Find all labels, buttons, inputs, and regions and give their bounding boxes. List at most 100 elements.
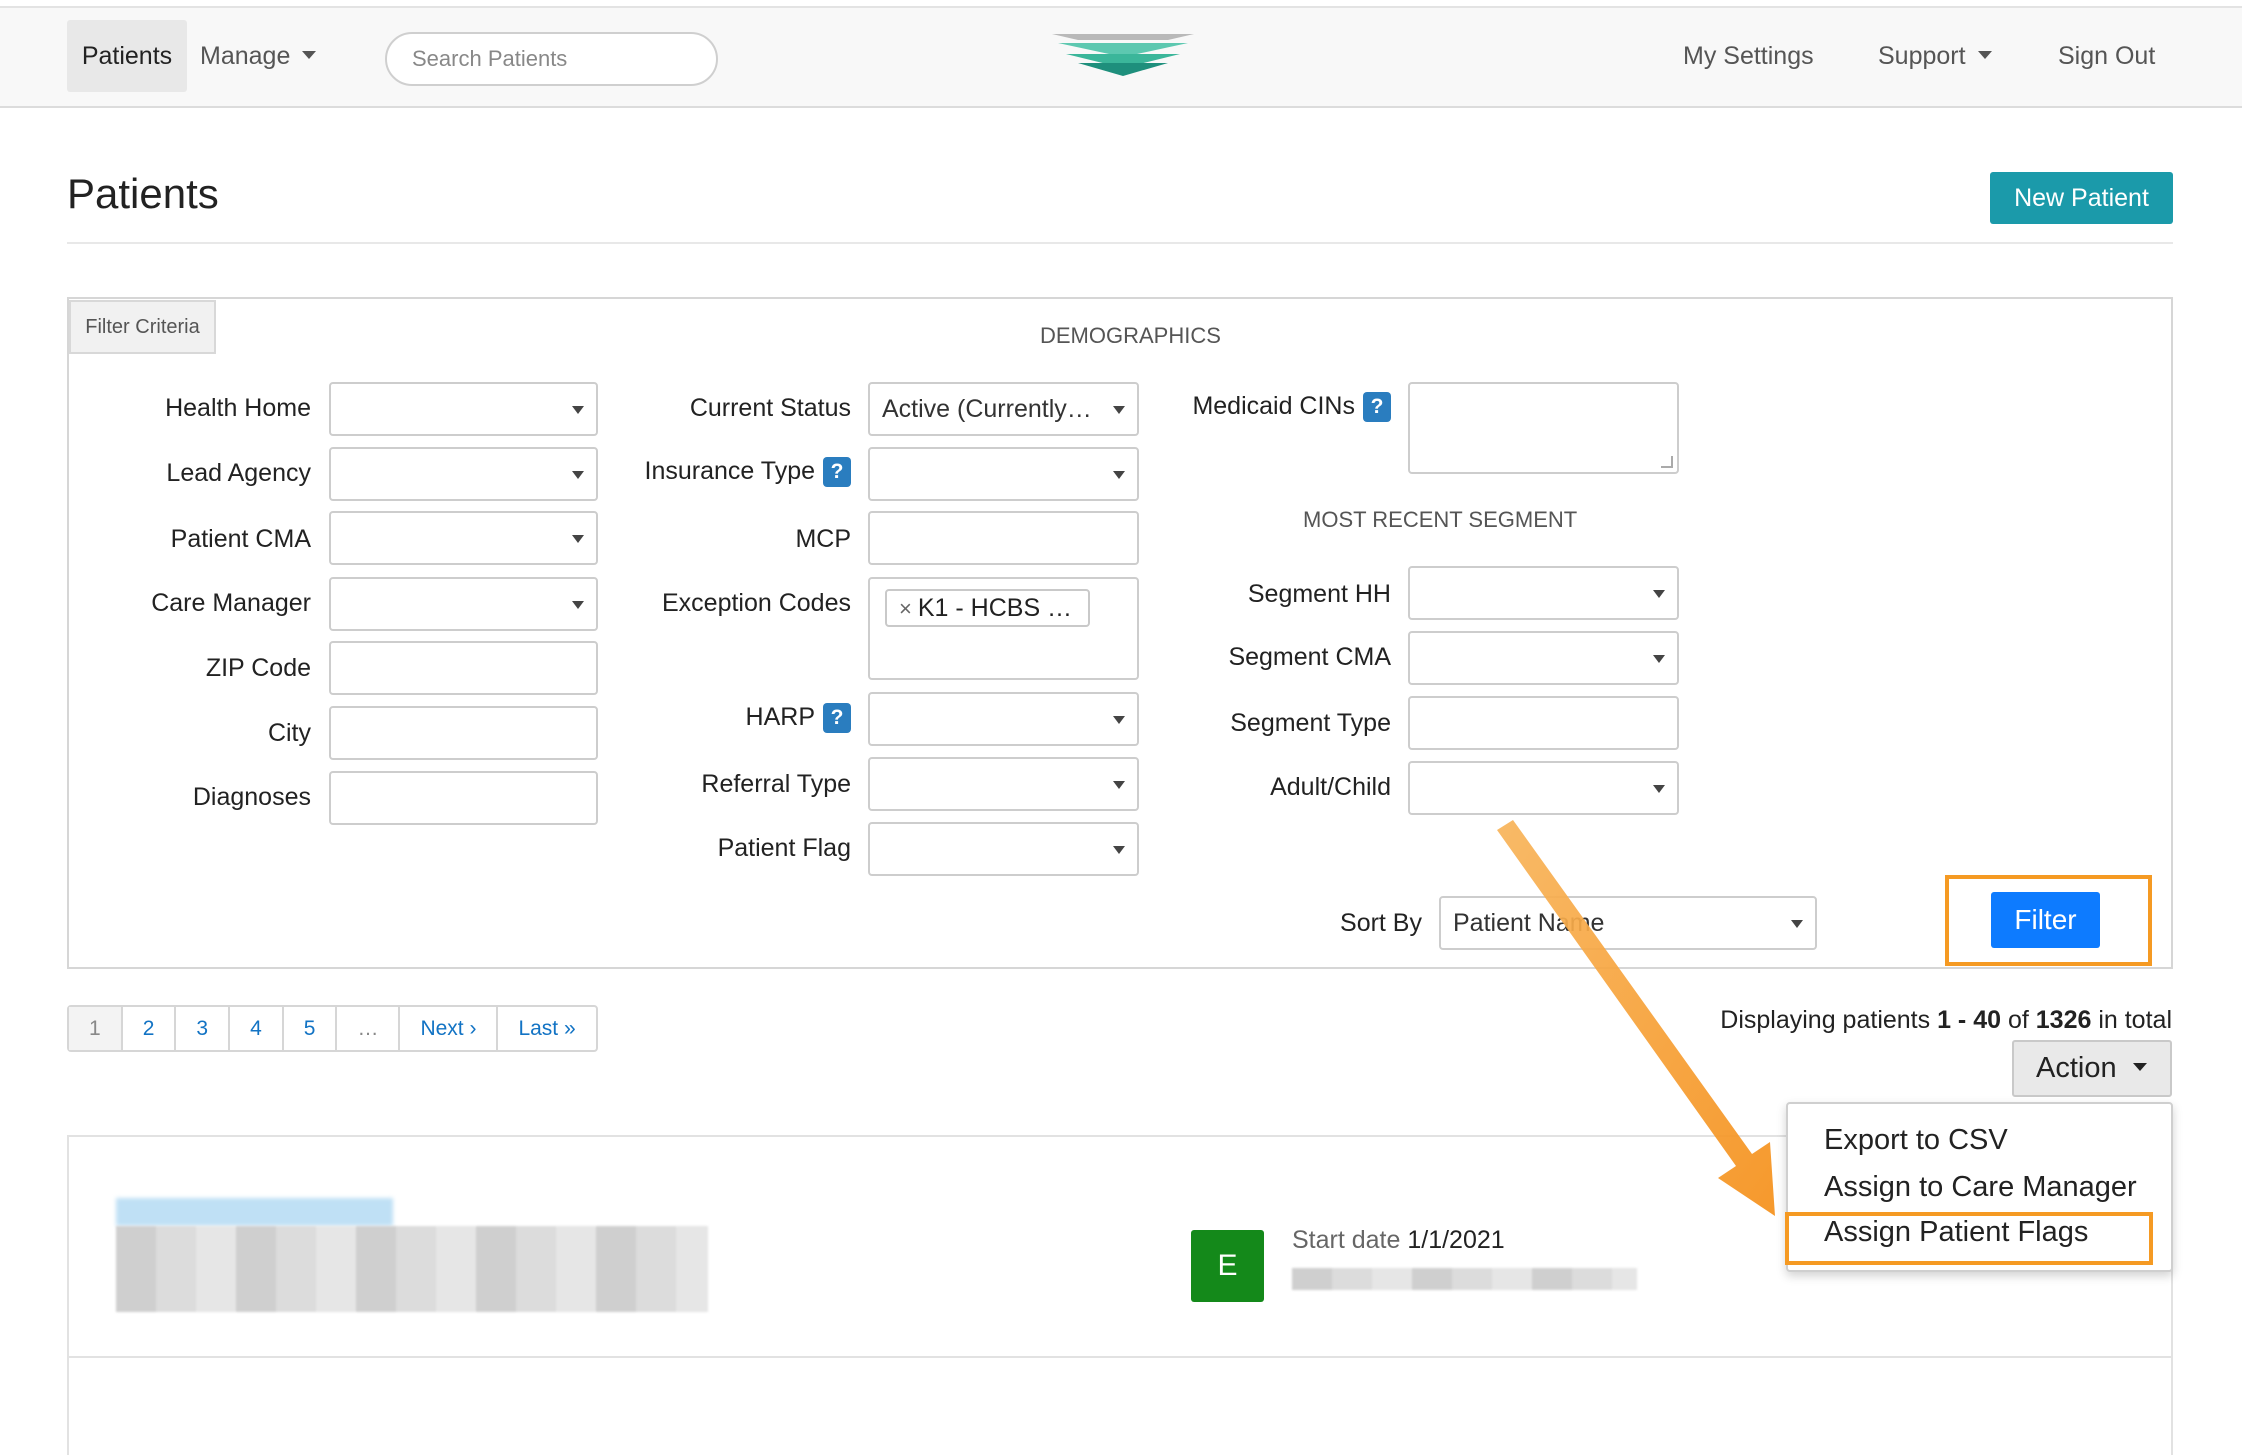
care-manager-select[interactable] [329,577,598,631]
caret-down-icon [1113,406,1125,414]
segment-cma-select[interactable] [1408,631,1679,685]
current-status-select[interactable]: Active (Currently… [868,382,1139,436]
search-patients-input[interactable] [385,32,718,86]
health-home-label: Health Home [165,394,311,422]
current-status-label: Current Status [689,394,851,422]
start-date: Start date 1/1/2021 [1292,1226,1505,1255]
zip-code-input[interactable] [329,641,598,695]
redacted-patient-details [116,1226,708,1312]
mcp-input[interactable] [868,511,1139,565]
action-label: Action [2036,1052,2117,1084]
harp-text: HARP [745,703,815,731]
page-title: Patients [67,170,219,217]
patient-cma-select[interactable] [329,511,598,565]
harp-label: HARP? [630,703,851,734]
nav-support-dropdown[interactable]: Support [1878,20,1992,92]
caret-down-icon [572,535,584,543]
remove-tag-icon[interactable]: × [899,596,912,621]
medicaid-cins-textarea[interactable] [1408,382,1679,474]
caret-down-icon [1113,846,1125,854]
header-divider [67,242,2173,244]
caret-down-icon [572,471,584,479]
chevron-down-icon [1977,51,1992,60]
care-manager-label: Care Manager [151,589,311,617]
help-icon[interactable]: ? [823,703,851,734]
action-dropdown-button[interactable]: Action [2012,1040,2172,1097]
most-recent-segment-heading: MOST RECENT SEGMENT [1303,507,1578,532]
start-date-value: 1/1/2021 [1407,1226,1505,1254]
layered-chevron-logo-icon [1052,34,1194,76]
diagnoses-input[interactable] [329,771,598,825]
caret-down-icon [1113,716,1125,724]
adult-child-label: Adult/Child [1270,773,1391,801]
diagnoses-label: Diagnoses [192,783,311,811]
page-2[interactable]: 2 [120,1007,175,1050]
patient-flag-label: Patient Flag [717,834,851,862]
results-range: 1 - 40 [1937,1006,2002,1034]
caret-down-icon [1653,590,1665,598]
filter-criteria-tab[interactable]: Filter Criteria [69,300,216,354]
caret-down-icon [1113,781,1125,789]
results-total: 1326 [2035,1006,2092,1034]
page-next[interactable]: Next › [398,1007,496,1050]
current-status-value: Active (Currently… [882,395,1092,423]
lead-agency-label: Lead Agency [166,459,311,487]
caret-down-icon [1113,471,1125,479]
nav-sign-out[interactable]: Sign Out [2058,20,2155,92]
referral-type-select[interactable] [868,757,1139,811]
filter-button[interactable]: Filter [1991,892,2100,948]
nav-my-settings[interactable]: My Settings [1683,20,1814,92]
exception-codes-multiselect[interactable]: × K1 - HCBS … [868,577,1139,680]
nav-patients[interactable]: Patients [67,20,187,92]
patient-card-divider [67,1356,2173,1358]
caret-down-icon [572,601,584,609]
insurance-type-label: Insurance Type? [600,457,851,488]
caret-down-icon [572,406,584,414]
nav-manage-dropdown[interactable]: Manage [200,20,317,92]
results-prefix: Displaying patients [1720,1006,1938,1034]
chevron-down-icon [302,51,317,60]
segment-type-input[interactable] [1408,696,1679,750]
results-count: Displaying patients 1 - 40 of 1326 in to… [1720,1006,2172,1035]
page-4[interactable]: 4 [228,1007,282,1050]
menu-assign-care-manager[interactable]: Assign to Care Manager [1824,1171,2137,1204]
redacted-patient-name [116,1198,393,1226]
exception-code-tag-label: K1 - HCBS … [917,594,1073,622]
city-input[interactable] [329,706,598,760]
page-1[interactable]: 1 [69,1007,121,1050]
new-patient-button[interactable]: New Patient [1990,172,2173,224]
nav-manage-label: Manage [200,42,291,70]
segment-type-label: Segment Type [1230,709,1391,737]
results-suffix: in total [2091,1006,2172,1034]
caret-down-icon [1653,785,1665,793]
page-5[interactable]: 5 [281,1007,336,1050]
mcp-label: MCP [795,525,851,553]
adult-child-select[interactable] [1408,761,1679,815]
resize-handle-icon[interactable] [1661,456,1673,468]
medicaid-cins-text: Medicaid CINs [1192,392,1355,420]
zip-code-label: ZIP Code [205,654,311,682]
patient-flag-select[interactable] [868,822,1139,876]
caret-down-icon [1653,655,1665,663]
caret-down-icon [1791,920,1803,928]
menu-export-csv[interactable]: Export to CSV [1824,1124,2008,1157]
medicaid-cins-label: Medicaid CINs? [1160,392,1391,423]
city-label: City [267,719,311,747]
segment-hh-label: Segment HH [1247,580,1391,608]
page-3[interactable]: 3 [174,1007,228,1050]
health-home-select[interactable] [329,382,598,436]
page-ellipsis: … [335,1007,398,1050]
sort-by-label: Sort By [1340,909,1422,937]
help-icon[interactable]: ? [823,457,851,488]
insurance-type-select[interactable] [868,447,1139,501]
sort-by-select[interactable]: Patient Name [1439,896,1817,950]
sort-by-value: Patient Name [1453,909,1605,937]
enrollment-status-badge: E [1191,1230,1264,1302]
page-last[interactable]: Last » [496,1007,595,1050]
help-icon[interactable]: ? [1363,392,1391,423]
pagination: 1 2 3 4 5 … Next › Last » [67,1005,598,1052]
segment-hh-select[interactable] [1408,566,1679,620]
harp-select[interactable] [868,692,1139,746]
lead-agency-select[interactable] [329,447,598,501]
exception-codes-label: Exception Codes [661,589,851,617]
